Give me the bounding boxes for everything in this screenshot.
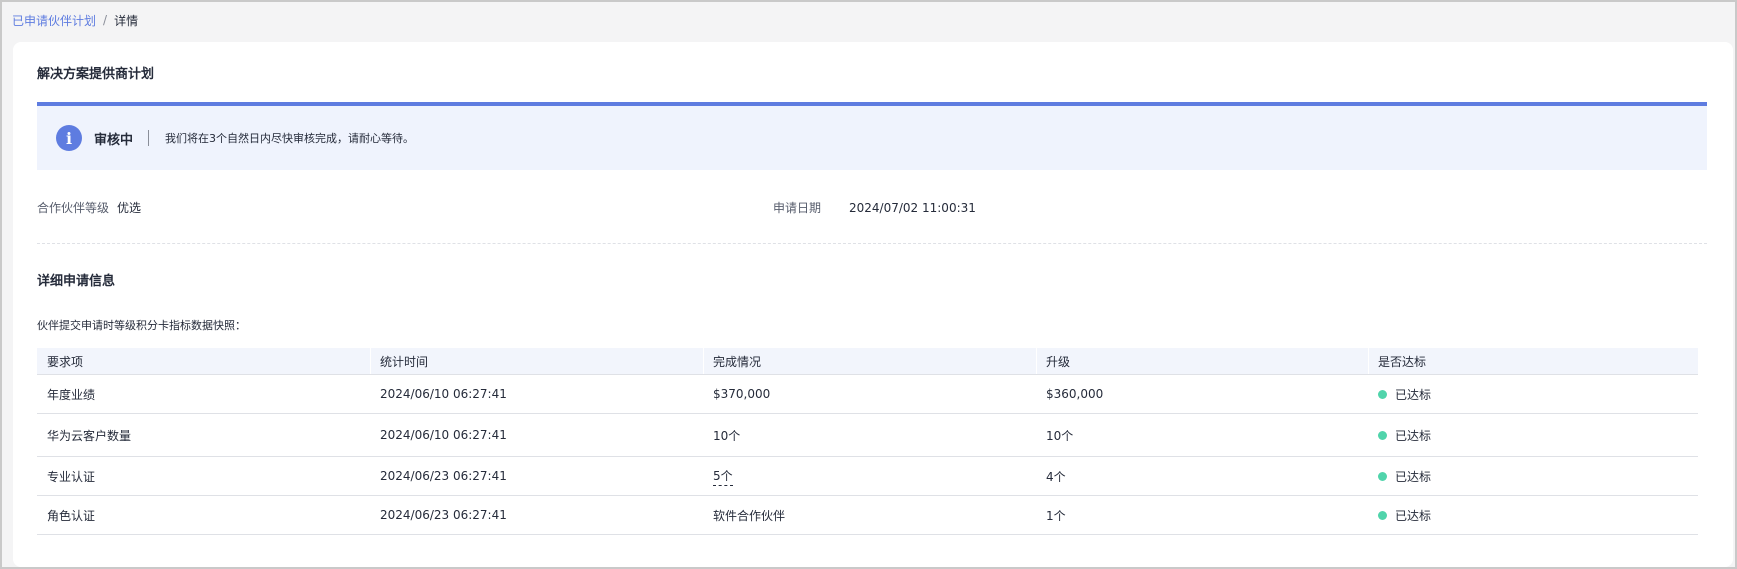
status-text: 已达标 — [1395, 387, 1432, 402]
cell-upgrade: 4个 — [1046, 469, 1066, 484]
cell-item: 角色认证 — [47, 508, 96, 523]
table-row: 华为云客户数量 2024/06/10 06:27:41 10个 10个 已达标 — [37, 414, 1698, 457]
apply-date-label: 申请日期 — [773, 201, 822, 215]
table-row: 角色认证 2024/06/23 06:27:41 软件合作伙伴 1个 已达标 — [37, 496, 1698, 535]
cell-item: 华为云客户数量 — [47, 428, 132, 443]
certification-count-link[interactable]: 5个 — [713, 467, 733, 486]
info-icon: i — [56, 125, 82, 151]
column-header-item: 要求项 — [47, 354, 84, 369]
column-header-completion: 完成情况 — [703, 348, 1036, 374]
cell-upgrade: 1个 — [1046, 508, 1066, 523]
cell-item: 专业认证 — [47, 469, 96, 484]
details-section-title: 详细申请信息 — [37, 274, 116, 289]
status-text: 已达标 — [1395, 428, 1432, 443]
table-row: 年度业绩 2024/06/10 06:27:41 $370,000 $360,0… — [37, 375, 1698, 414]
alert-status: 审核中 — [94, 132, 134, 148]
table-row: 专业认证 2024/06/23 06:27:41 5个 4个 已达标 — [37, 457, 1698, 496]
status-text: 已达标 — [1395, 508, 1432, 523]
partner-level-row: 合作伙伴等级 优选 — [37, 199, 141, 216]
alert-message: 我们将在3个自然日内尽快审核完成，请耐心等待。 — [165, 132, 415, 145]
breadcrumb-parent-link[interactable]: 已申请伙伴计划 — [12, 12, 96, 29]
cell-status: 已达标 — [1368, 468, 1698, 485]
apply-date-row: 申请日期 2024/07/02 11:00:31 — [773, 199, 976, 216]
cell-item: 年度业绩 — [47, 387, 96, 402]
detail-card: 解决方案提供商计划 i 审核中 我们将在3个自然日内尽快审核完成，请耐心等待。 … — [13, 42, 1733, 567]
status-dot-icon — [1378, 510, 1387, 520]
cell-status: 已达标 — [1368, 427, 1698, 444]
app-frame: 已申请伙伴计划 / 详情 解决方案提供商计划 i 审核中 我们将在3个自然日内尽… — [0, 0, 1737, 569]
cell-status: 已达标 — [1368, 386, 1698, 403]
cell-completion: 软件合作伙伴 — [713, 508, 786, 523]
cell-time: 2024/06/23 06:27:41 — [380, 469, 507, 483]
column-header-time: 统计时间 — [370, 348, 703, 374]
apply-date-value: 2024/07/02 11:00:31 — [849, 200, 976, 215]
cell-completion: $370,000 — [713, 387, 771, 401]
column-header-status: 是否达标 — [1368, 348, 1698, 374]
alert-divider — [148, 130, 150, 146]
breadcrumb-separator: / — [103, 13, 108, 27]
column-header-upgrade: 升级 — [1036, 348, 1368, 374]
cell-time: 2024/06/23 06:27:41 — [380, 508, 507, 522]
cell-time: 2024/06/10 06:27:41 — [380, 387, 507, 401]
cell-time: 2024/06/10 06:27:41 — [380, 428, 507, 442]
breadcrumb: 已申请伙伴计划 / 详情 — [12, 10, 138, 30]
requirements-table: 要求项 统计时间 完成情况 升级 是否达标 年度业绩 2024/06/10 06… — [37, 348, 1698, 535]
partner-level-value: 优选 — [117, 201, 142, 215]
status-dot-icon — [1378, 389, 1387, 399]
review-status-alert: i 审核中 我们将在3个自然日内尽快审核完成，请耐心等待。 — [37, 102, 1707, 170]
status-dot-icon — [1378, 430, 1387, 440]
status-dot-icon — [1378, 471, 1387, 481]
page-title: 解决方案提供商计划 — [37, 67, 155, 82]
cell-upgrade: 10个 — [1046, 428, 1074, 443]
partner-level-label: 合作伙伴等级 — [37, 201, 110, 215]
table-header: 要求项 统计时间 完成情况 升级 是否达标 — [37, 348, 1698, 375]
status-text: 已达标 — [1395, 469, 1432, 484]
breadcrumb-current: 详情 — [114, 13, 139, 28]
cell-completion: 10个 — [713, 428, 741, 443]
cell-status: 已达标 — [1368, 507, 1698, 524]
cell-completion: 5个 — [703, 467, 1036, 486]
section-divider — [37, 243, 1707, 244]
snapshot-note: 伙伴提交申请时等级积分卡指标数据快照： — [37, 319, 246, 332]
cell-upgrade: $360,000 — [1046, 387, 1104, 401]
